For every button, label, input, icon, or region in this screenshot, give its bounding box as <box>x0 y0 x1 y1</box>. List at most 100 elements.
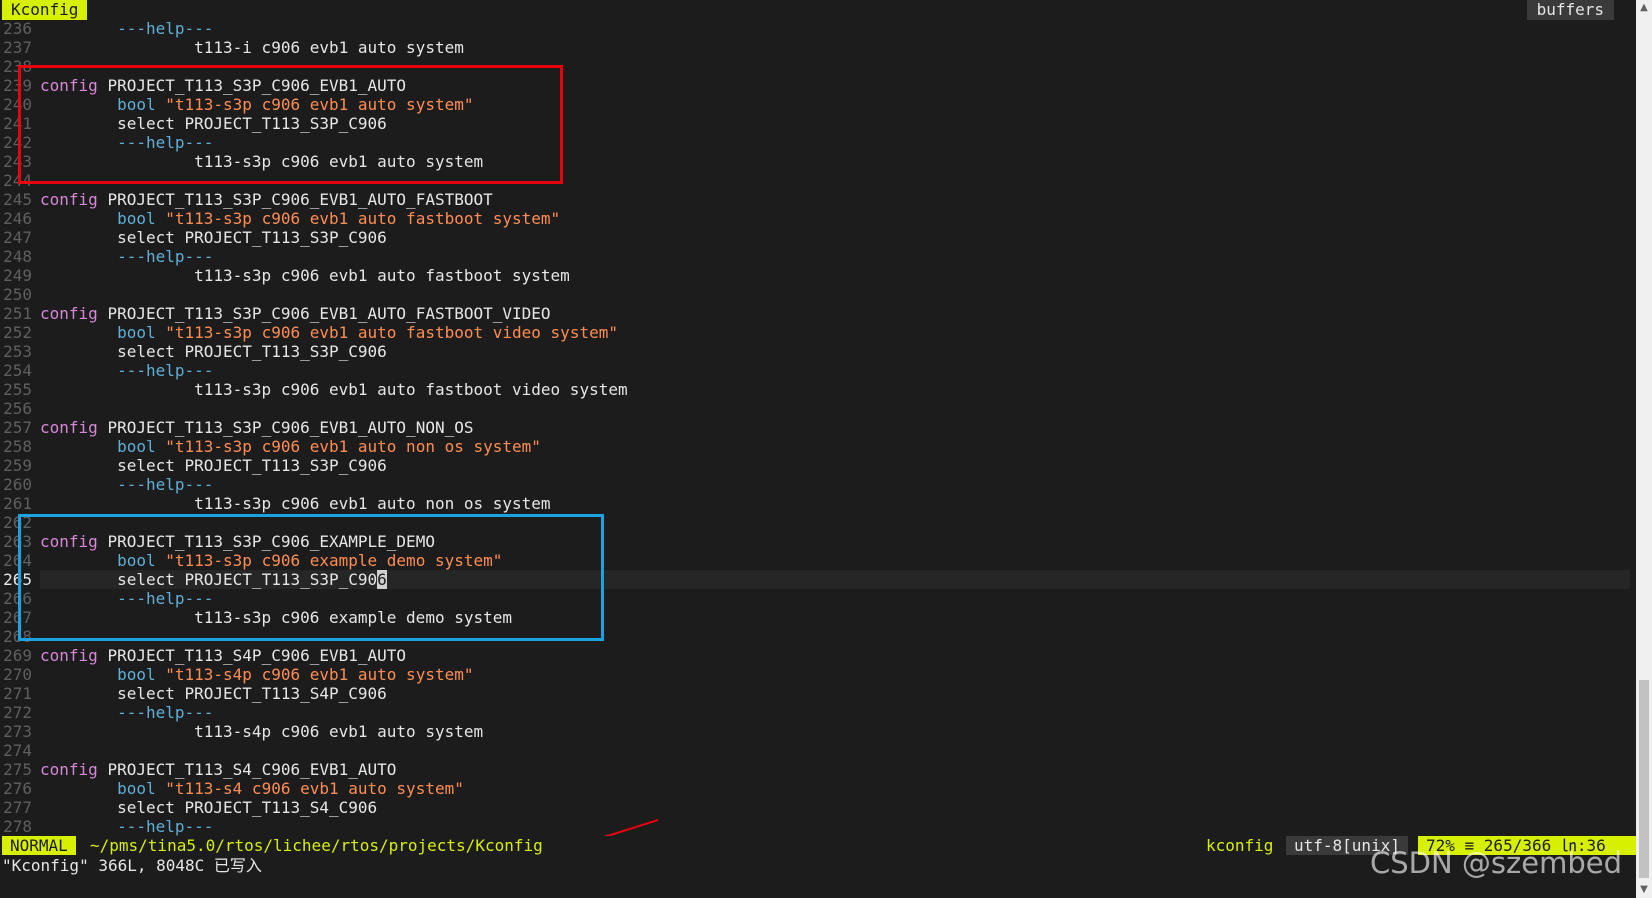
line-content[interactable]: config PROJECT_T113_S3P_C906_EVB1_AUTO_N… <box>40 418 1630 437</box>
line-content[interactable]: select PROJECT_T113_S3P_C906 <box>40 456 1630 475</box>
line-content[interactable]: ---help--- <box>40 19 1630 38</box>
line-number: 261 <box>3 494 32 513</box>
line-content[interactable]: ---help--- <box>40 703 1630 722</box>
line-content[interactable]: config PROJECT_T113_S3P_C906_EVB1_AUTO_F… <box>40 304 1630 323</box>
code-token: select <box>40 342 185 361</box>
line-content[interactable]: config PROJECT_T113_S3P_C906_EVB1_AUTO_F… <box>40 190 1630 209</box>
code-line[interactable]: 236 ---help--- <box>0 19 1630 38</box>
code-token: bool <box>40 437 166 456</box>
code-line[interactable]: 261 t113-s3p c906 evb1 auto non os syste… <box>0 494 1630 513</box>
line-number: 249 <box>3 266 32 285</box>
code-line[interactable]: 256 <box>0 399 1630 418</box>
vertical-scrollbar[interactable]: ▲ ▼ <box>1636 0 1652 898</box>
code-token: PROJECT_T113_S3P_C906_EVB1_AUTO_FASTBOOT <box>107 190 493 209</box>
line-content[interactable]: bool "t113-s3p c906 evb1 auto non os sys… <box>40 437 1630 456</box>
code-token: t113-s3p c906 evb1 auto non os system <box>40 494 551 513</box>
line-number: 255 <box>3 380 32 399</box>
code-token: select <box>40 228 185 247</box>
line-content[interactable]: select PROJECT_T113_S3P_C906 <box>40 342 1630 361</box>
code-token: ---help--- <box>40 247 214 266</box>
code-line[interactable]: 275 config PROJECT_T113_S4_C906_EVB1_AUTO <box>0 760 1630 779</box>
code-token: PROJECT_T113_S4_C906 <box>184 798 378 817</box>
code-line[interactable]: 276 bool "t113-s4 c906 evb1 auto system" <box>0 779 1630 798</box>
code-line[interactable]: 251 config PROJECT_T113_S3P_C906_EVB1_AUT… <box>0 304 1630 323</box>
line-content[interactable]: t113-s3p c906 evb1 auto non os system <box>40 494 1630 513</box>
code-line[interactable]: 253 select PROJECT_T113_S3P_C906 <box>0 342 1630 361</box>
code-line[interactable]: 245 config PROJECT_T113_S3P_C906_EVB1_AUT… <box>0 190 1630 209</box>
line-content[interactable]: t113-s3p c906 evb1 auto fastboot video s… <box>40 380 1630 399</box>
line-number: 270 <box>3 665 32 684</box>
line-content[interactable]: ---help--- <box>40 247 1630 266</box>
code-token: "t113-s3p c906 evb1 auto non os system" <box>165 437 541 456</box>
code-line[interactable]: 246 bool "t113-s3p c906 evb1 auto fastbo… <box>0 209 1630 228</box>
line-number: 236 <box>3 19 32 38</box>
code-token: PROJECT_T113_S3P_C906_EVB1_AUTO_FASTBOOT… <box>107 304 551 323</box>
code-token: PROJECT_T113_S3P_C906_EVB1_AUTO_NON_OS <box>107 418 474 437</box>
line-number: 278 <box>3 817 32 836</box>
code-line[interactable]: 277 select PROJECT_T113_S4_C906 <box>0 798 1630 817</box>
code-line[interactable]: 260 ---help--- <box>0 475 1630 494</box>
code-line[interactable]: 247 select PROJECT_T113_S3P_C906 <box>0 228 1630 247</box>
code-line[interactable]: 274 <box>0 741 1630 760</box>
scroll-up-icon[interactable]: ▲ <box>1636 0 1652 16</box>
line-number: 258 <box>3 437 32 456</box>
code-line[interactable]: 257 config PROJECT_T113_S3P_C906_EVB1_AUT… <box>0 418 1630 437</box>
code-token: PROJECT_T113_S3P_C906 <box>184 342 387 361</box>
tab-kconfig[interactable]: Kconfig <box>2 0 88 20</box>
watermark: CSDN @szembed <box>1370 846 1622 880</box>
code-line[interactable]: 259 select PROJECT_T113_S3P_C906 <box>0 456 1630 475</box>
line-number: 274 <box>3 741 32 760</box>
code-token: PROJECT_T113_S4P_C906 <box>184 684 387 703</box>
code-token: t113-s3p c906 evb1 auto fastboot video s… <box>40 380 628 399</box>
code-token: "t113-s3p c906 evb1 auto fastboot video … <box>165 323 618 342</box>
code-token: bool <box>40 323 166 342</box>
code-line[interactable]: 252 bool "t113-s3p c906 evb1 auto fastbo… <box>0 323 1630 342</box>
code-token: PROJECT_T113_S4_C906_EVB1_AUTO <box>107 760 397 779</box>
line-number: 271 <box>3 684 32 703</box>
scroll-down-icon[interactable]: ▼ <box>1636 882 1652 898</box>
code-line[interactable]: 270 bool "t113-s4p c906 evb1 auto system… <box>0 665 1630 684</box>
line-content[interactable]: select PROJECT_T113_S4_C906 <box>40 798 1630 817</box>
code-line[interactable]: 273 t113-s4p c906 evb1 auto system <box>0 722 1630 741</box>
line-content[interactable]: bool "t113-s4p c906 evb1 auto system" <box>40 665 1630 684</box>
line-number: 260 <box>3 475 32 494</box>
line-content[interactable]: ---help--- <box>40 361 1630 380</box>
buffers-label[interactable]: buffers <box>1526 0 1614 20</box>
line-number: 245 <box>3 190 32 209</box>
line-content[interactable]: bool "t113-s3p c906 evb1 auto fastboot v… <box>40 323 1630 342</box>
code-line[interactable]: 258 bool "t113-s3p c906 evb1 auto non os… <box>0 437 1630 456</box>
code-token: t113-s4p c906 evb1 auto system <box>40 722 484 741</box>
line-content[interactable]: ---help--- <box>40 817 1630 836</box>
line-content[interactable]: select PROJECT_T113_S4P_C906 <box>40 684 1630 703</box>
line-content[interactable]: t113-i c906 evb1 auto system <box>40 38 1630 57</box>
line-number: 273 <box>3 722 32 741</box>
code-line[interactable]: 250 <box>0 285 1630 304</box>
editor-pane[interactable]: Kconfig buffers 236 ---help--- 237 t113-i… <box>0 0 1637 898</box>
line-content[interactable]: t113-s4p c906 evb1 auto system <box>40 722 1630 741</box>
code-line[interactable]: 272 ---help--- <box>0 703 1630 722</box>
mode-indicator: NORMAL <box>2 836 76 855</box>
code-line[interactable]: 278 ---help--- <box>0 817 1630 836</box>
code-line[interactable]: 255 t113-s3p c906 evb1 auto fastboot vid… <box>0 380 1630 399</box>
code-line[interactable]: 237 t113-i c906 evb1 auto system <box>0 38 1630 57</box>
code-line[interactable]: 269 config PROJECT_T113_S4P_C906_EVB1_AUT… <box>0 646 1630 665</box>
code-token: config <box>40 646 108 665</box>
line-content[interactable]: ---help--- <box>40 475 1630 494</box>
line-content[interactable]: select PROJECT_T113_S3P_C906 <box>40 228 1630 247</box>
line-content[interactable]: config PROJECT_T113_S4_C906_EVB1_AUTO <box>40 760 1630 779</box>
code-token: ---help--- <box>40 361 214 380</box>
code-token: select <box>40 456 185 475</box>
code-line[interactable]: 254 ---help--- <box>0 361 1630 380</box>
line-content[interactable]: bool "t113-s4 c906 evb1 auto system" <box>40 779 1630 798</box>
command-line[interactable]: "Kconfig" 366L, 8048C 已写入 <box>2 856 262 875</box>
line-number: 259 <box>3 456 32 475</box>
scroll-thumb[interactable] <box>1639 680 1649 878</box>
line-content[interactable]: bool "t113-s3p c906 evb1 auto fastboot s… <box>40 209 1630 228</box>
code-line[interactable]: 248 ---help--- <box>0 247 1630 266</box>
line-number: 269 <box>3 646 32 665</box>
line-content[interactable]: config PROJECT_T113_S4P_C906_EVB1_AUTO <box>40 646 1630 665</box>
code-line[interactable]: 249 t113-s3p c906 evb1 auto fastboot sys… <box>0 266 1630 285</box>
line-content[interactable]: t113-s3p c906 evb1 auto fastboot system <box>40 266 1630 285</box>
code-line[interactable]: 271 select PROJECT_T113_S4P_C906 <box>0 684 1630 703</box>
file-path: ~/pms/tina5.0/rtos/lichee/rtos/projects/… <box>90 836 543 855</box>
